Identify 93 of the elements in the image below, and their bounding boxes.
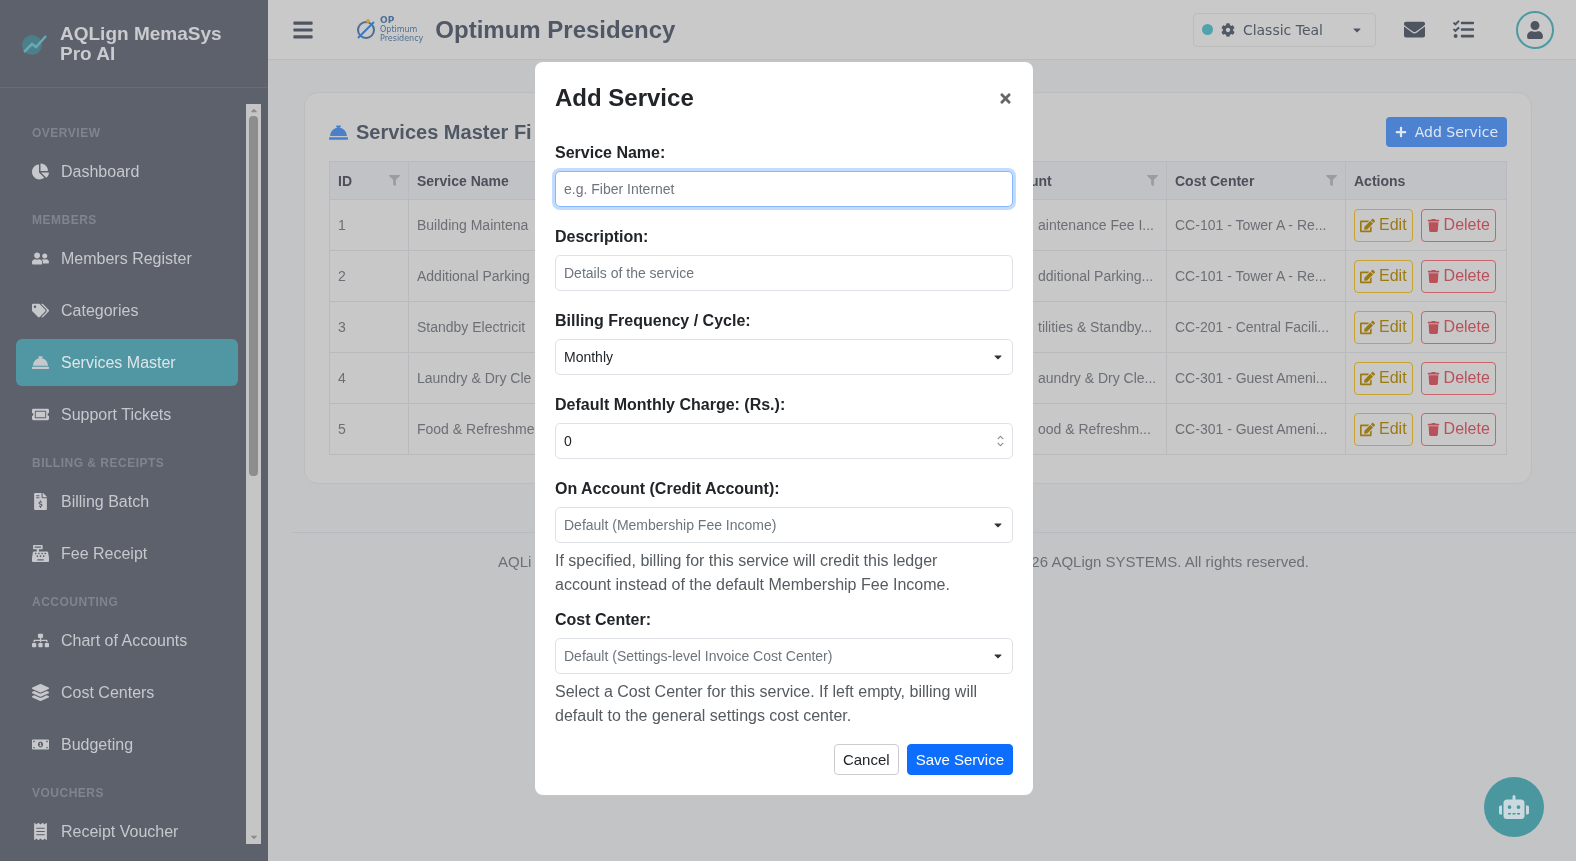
sidebar-item[interactable]: Receipt Voucher — [16, 808, 238, 855]
ticket-icon — [32, 406, 49, 423]
table-cell: 2 — [329, 250, 409, 302]
column-header: ID — [329, 161, 409, 200]
table-cell: CC-101 - Tower A - Re... — [1166, 199, 1346, 251]
table-cell: 5 — [329, 403, 409, 455]
sidebar-item[interactable]: Chart of Accounts — [16, 617, 238, 664]
bell-icon — [329, 122, 348, 142]
footer-text: AQLi — [498, 553, 532, 570]
layers-icon — [32, 684, 49, 701]
sidebar-item[interactable]: Billing Batch — [16, 478, 238, 525]
field-label: Cost Center: — [555, 611, 652, 629]
select-field[interactable]: Monthly — [555, 339, 1013, 375]
avatar[interactable] — [1516, 10, 1554, 49]
logo-caption: Optimum — [380, 25, 418, 34]
sidebar-item[interactable]: Budgeting — [16, 721, 238, 768]
theme-select[interactable]: Classic Teal — [1192, 12, 1376, 47]
invoice-icon — [32, 493, 49, 510]
plus-icon — [1394, 126, 1407, 138]
gear-icon — [1220, 22, 1235, 37]
checklist-icon[interactable] — [1453, 19, 1474, 40]
table-cell: 3 — [329, 301, 409, 353]
dialog-title: Add Service — [555, 84, 694, 112]
delete-button[interactable]: Delete — [1420, 361, 1496, 395]
logo-mark: OP — [380, 16, 396, 25]
users-icon — [32, 250, 49, 267]
trash-icon — [1426, 269, 1440, 283]
money-icon — [32, 736, 49, 753]
edit-button[interactable]: Edit — [1354, 361, 1413, 395]
cancel-button[interactable]: Cancel — [833, 744, 899, 775]
edit-icon — [1360, 268, 1375, 284]
trash-icon — [1426, 422, 1440, 436]
compass-logo-icon — [354, 17, 378, 42]
delete-button[interactable]: Delete — [1420, 310, 1496, 344]
table-cell: CC-301 - Guest Ameni... — [1166, 403, 1346, 455]
filter-icon[interactable] — [1326, 175, 1337, 186]
help-text: Select a Cost Center for this service. If left empty, billing will default to the general settings cost center. — [555, 682, 979, 726]
sidebar-item[interactable]: Members Register — [16, 235, 238, 282]
mail-icon[interactable] — [1404, 19, 1425, 40]
edit-button[interactable]: Edit — [1354, 259, 1413, 293]
close-icon[interactable] — [998, 90, 1013, 106]
brand-name: AQLign MemaSys Pro AI — [60, 23, 223, 64]
edit-icon — [1360, 217, 1375, 233]
page-title: Optimum Presidency — [435, 15, 676, 44]
table-cell: CC-101 - Tower A - Re... — [1166, 250, 1346, 302]
filter-icon[interactable] — [389, 175, 400, 186]
table-cell: CC-301 - Guest Ameni... — [1166, 352, 1346, 404]
number-field[interactable]: 0 — [555, 423, 1013, 459]
edit-icon — [1360, 319, 1375, 335]
logo-subcaption: Presidency — [380, 34, 424, 43]
add-service-button[interactable]: Add Service — [1385, 117, 1507, 147]
sidebar-item[interactable]: Cost Centers — [16, 669, 238, 716]
card-title: Services Master Fi — [329, 120, 532, 144]
edit-icon — [1360, 370, 1375, 386]
edit-button[interactable]: Edit — [1354, 208, 1413, 242]
edit-button[interactable]: Edit — [1354, 310, 1413, 344]
field-label: On Account (Credit Account): — [555, 480, 781, 498]
filter-icon[interactable] — [1147, 175, 1158, 186]
select-field[interactable]: Default (Membership Fee Income) — [555, 507, 1013, 543]
trash-icon — [1426, 218, 1440, 232]
column-header: Cost Center — [1166, 161, 1346, 200]
help-text: If specified, billing for this service will credit this ledger account instead of the default Membership Fee Income. — [555, 551, 951, 595]
table-cell: 1 — [329, 199, 409, 251]
cash-register-icon — [32, 545, 49, 562]
robot-icon — [1499, 792, 1529, 822]
select-field[interactable]: Default (Settings-level Invoice Cost Center) — [555, 638, 1013, 674]
delete-button[interactable]: Delete — [1420, 412, 1496, 446]
trash-icon — [1426, 371, 1440, 385]
sidebar-item[interactable]: Services Master — [16, 339, 238, 386]
scrollbar[interactable] — [246, 104, 261, 844]
receipt-icon — [32, 823, 49, 840]
trash-icon — [1426, 320, 1440, 334]
close-glyph-icon — [998, 90, 1013, 106]
delete-button[interactable]: Delete — [1420, 259, 1496, 293]
pie-chart-icon — [32, 163, 49, 180]
sidebar-item[interactable]: Fee Receipt — [16, 530, 238, 577]
sidebar-item[interactable]: Dashboard — [16, 148, 238, 195]
save-button[interactable]: Save Service — [906, 744, 1013, 775]
bell-icon — [32, 354, 49, 371]
table-cell: CC-201 - Central Facili... — [1166, 301, 1346, 353]
delete-button[interactable]: Delete — [1420, 208, 1496, 242]
edit-icon — [1360, 421, 1375, 437]
spinner-icon — [997, 434, 1004, 448]
sitemap-icon — [32, 632, 49, 649]
input-field[interactable]: e.g. Fiber Internet — [555, 171, 1013, 207]
tags-icon — [32, 302, 49, 319]
sidebar-item[interactable]: Support Tickets — [16, 391, 238, 438]
column-header: Actions — [1345, 161, 1507, 200]
field-label: Service Name: — [555, 144, 667, 162]
edit-button[interactable]: Edit — [1354, 412, 1413, 446]
chatbot-button[interactable] — [1484, 777, 1544, 837]
sidebar-item[interactable]: Categories — [16, 287, 238, 334]
table-cell: 4 — [329, 352, 409, 404]
